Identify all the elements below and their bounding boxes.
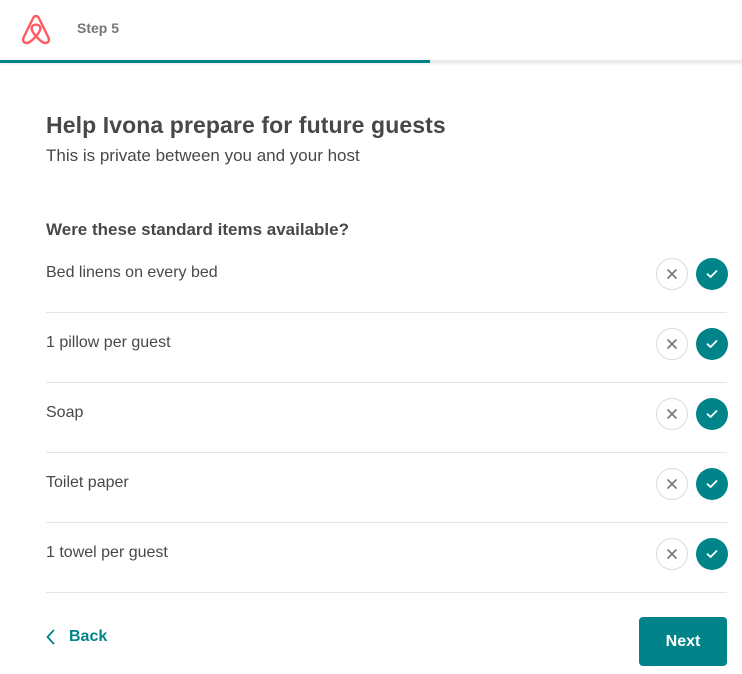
list-item: 1 pillow per guest (46, 313, 728, 383)
amenity-list: Bed linens on every bed 1 pillow per gue… (46, 243, 728, 593)
yes-button[interactable] (696, 258, 728, 290)
no-button[interactable] (656, 398, 688, 430)
check-icon (706, 270, 718, 278)
item-label: 1 towel per guest (46, 544, 168, 561)
no-button[interactable] (656, 538, 688, 570)
list-item: Soap (46, 383, 728, 453)
close-icon (667, 339, 677, 349)
check-icon (706, 410, 718, 418)
yes-button[interactable] (696, 468, 728, 500)
close-icon (667, 409, 677, 419)
item-label: Toilet paper (46, 474, 129, 491)
item-label: 1 pillow per guest (46, 334, 171, 351)
question-heading: Were these standard items available? (46, 220, 349, 239)
item-label: Bed linens on every bed (46, 264, 218, 281)
yes-button[interactable] (696, 398, 728, 430)
list-item: 1 towel per guest (46, 523, 728, 593)
close-icon (667, 479, 677, 489)
back-label: Back (69, 628, 108, 645)
back-button[interactable]: Back (46, 628, 107, 646)
close-icon (667, 269, 677, 279)
airbnb-logo-icon[interactable] (20, 12, 52, 46)
check-icon (706, 550, 718, 558)
step-label: Step 5 (77, 20, 120, 36)
chevron-left-icon (46, 629, 55, 645)
check-icon (706, 340, 718, 348)
no-button[interactable] (656, 328, 688, 360)
close-icon (667, 549, 677, 559)
list-item: Bed linens on every bed (46, 243, 728, 313)
progress-bar (0, 60, 742, 63)
list-item: Toilet paper (46, 453, 728, 523)
no-button[interactable] (656, 468, 688, 500)
header: Step 5 (0, 0, 742, 63)
next-button[interactable]: Next (639, 617, 727, 666)
item-label: Soap (46, 404, 84, 421)
progress-fill (0, 60, 431, 63)
check-icon (706, 480, 718, 488)
yes-button[interactable] (696, 328, 728, 360)
page-title: Help Ivona prepare for future guests (46, 112, 446, 138)
page-subtitle: This is private between you and your hos… (46, 146, 360, 165)
yes-button[interactable] (696, 538, 728, 570)
no-button[interactable] (656, 258, 688, 290)
